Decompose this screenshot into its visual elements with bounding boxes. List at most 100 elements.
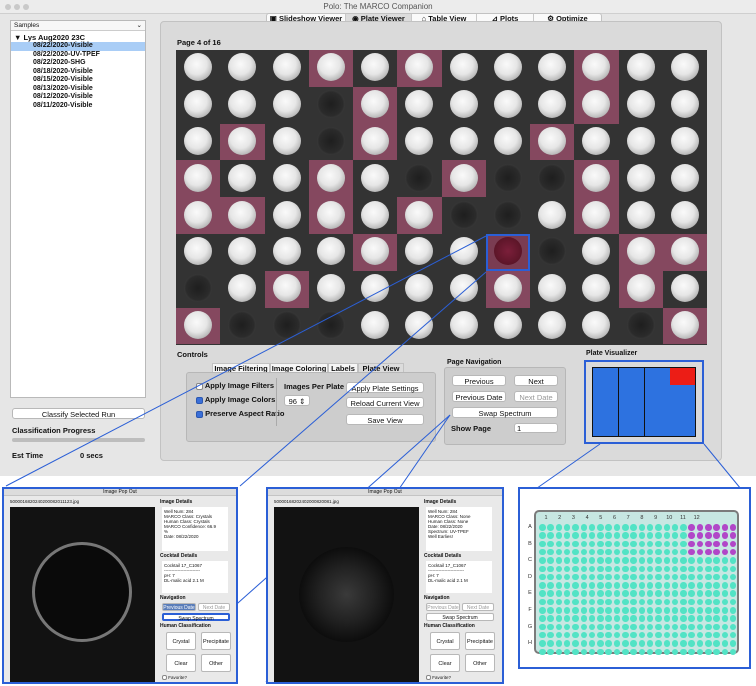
- well-thumbnail[interactable]: [353, 123, 398, 161]
- well-thumbnail[interactable]: [485, 233, 530, 271]
- well-thumbnail[interactable]: [176, 124, 220, 161]
- other-button[interactable]: Other: [201, 654, 231, 672]
- tree-item[interactable]: 08/11/2020-Visible: [11, 102, 145, 111]
- well-thumbnail[interactable]: [220, 197, 265, 234]
- well-thumbnail[interactable]: [663, 271, 707, 308]
- tree-item[interactable]: 08/22/2020-SHG: [11, 59, 145, 68]
- plate-page-cell[interactable]: [593, 402, 618, 419]
- well-thumbnail[interactable]: [486, 308, 530, 345]
- swap-spectrum-button[interactable]: Swap Spectrum: [452, 407, 558, 418]
- plate-page-cell[interactable]: [618, 402, 644, 419]
- previous-date-button[interactable]: Previous Date: [426, 603, 460, 611]
- plate-page-cell[interactable]: [618, 385, 644, 402]
- well-thumbnail[interactable]: [441, 160, 486, 198]
- well-thumbnail[interactable]: [486, 50, 530, 87]
- well-thumbnail[interactable]: [264, 270, 309, 308]
- next-page-button[interactable]: Next: [514, 375, 558, 386]
- next-date-button[interactable]: Next Date: [514, 391, 558, 402]
- preserve-aspect-checkbox[interactable]: [196, 410, 203, 418]
- crystal-button[interactable]: Crystal: [166, 632, 196, 650]
- well-thumbnail[interactable]: [442, 124, 486, 161]
- well-thumbnail[interactable]: [220, 87, 264, 124]
- plate-page-cell[interactable]: [618, 419, 644, 436]
- well-thumbnail[interactable]: [353, 197, 397, 234]
- well-thumbnail[interactable]: [619, 160, 663, 197]
- well-thumbnail[interactable]: [397, 160, 441, 197]
- well-thumbnail[interactable]: [353, 233, 398, 271]
- well-thumbnail[interactable]: [442, 50, 486, 87]
- well-thumbnail[interactable]: [309, 87, 353, 124]
- well-thumbnail[interactable]: [397, 308, 441, 345]
- well-thumbnail[interactable]: [397, 271, 441, 308]
- well-thumbnail[interactable]: [353, 308, 397, 345]
- plate-page-cell[interactable]: [670, 402, 696, 419]
- well-thumbnail[interactable]: [220, 234, 264, 271]
- well-thumbnail[interactable]: [265, 197, 309, 234]
- plate-page-cell[interactable]: [593, 385, 618, 402]
- next-date-button[interactable]: Next Date: [462, 603, 494, 611]
- well-thumbnail[interactable]: [574, 271, 618, 308]
- clear-button[interactable]: Clear: [166, 654, 196, 672]
- well-thumbnail[interactable]: [353, 160, 397, 197]
- well-thumbnail[interactable]: [530, 234, 574, 271]
- well-thumbnail[interactable]: [530, 87, 574, 124]
- show-page-input[interactable]: 1: [514, 423, 558, 433]
- well-thumbnail[interactable]: [619, 124, 663, 161]
- well-thumbnail[interactable]: [397, 50, 442, 87]
- well-thumbnail[interactable]: [220, 271, 264, 308]
- well-thumbnail[interactable]: [176, 87, 220, 124]
- favorite-option[interactable]: Favorite?: [162, 675, 187, 681]
- well-thumbnail[interactable]: [309, 124, 353, 161]
- well-thumbnail[interactable]: [353, 50, 397, 87]
- precipitate-button[interactable]: Precipitate: [201, 632, 231, 650]
- well-thumbnail[interactable]: [442, 271, 486, 308]
- samples-header[interactable]: Samples ⌄: [11, 21, 145, 31]
- well-thumbnail[interactable]: [574, 308, 618, 345]
- plate-page-cell[interactable]: [618, 368, 644, 385]
- plate-page-cell[interactable]: [670, 385, 696, 402]
- well-thumbnail[interactable]: [176, 50, 220, 87]
- well-thumbnail[interactable]: [442, 234, 486, 271]
- well-thumbnail[interactable]: [619, 50, 663, 87]
- well-thumbnail[interactable]: [265, 124, 309, 161]
- well-thumbnail[interactable]: [530, 160, 574, 197]
- well-thumbnail[interactable]: [176, 160, 221, 198]
- well-thumbnail[interactable]: [486, 160, 530, 197]
- well-thumbnail[interactable]: [530, 123, 575, 161]
- well-thumbnail[interactable]: [574, 50, 619, 87]
- well-thumbnail[interactable]: [486, 124, 530, 161]
- well-thumbnail[interactable]: [309, 271, 353, 308]
- save-view-button[interactable]: Save View: [346, 414, 424, 425]
- well-thumbnail[interactable]: [662, 307, 707, 345]
- plate-page-cell[interactable]: [644, 385, 670, 402]
- tree-item[interactable]: 08/15/2020-Visible: [11, 76, 145, 85]
- well-thumbnail[interactable]: [442, 308, 486, 345]
- well-thumbnail[interactable]: [663, 50, 707, 87]
- well-thumbnail[interactable]: [308, 50, 353, 87]
- well-thumbnail[interactable]: [220, 123, 265, 161]
- well-thumbnail[interactable]: [486, 197, 530, 234]
- well-thumbnail[interactable]: [662, 233, 707, 271]
- well-thumbnail[interactable]: [176, 234, 220, 271]
- close-window-button[interactable]: [5, 4, 11, 10]
- apply-filters-option[interactable]: Apply Image Filters: [196, 381, 274, 390]
- tree-item[interactable]: 08/13/2020-Visible: [11, 85, 145, 94]
- well-thumbnail[interactable]: [663, 160, 707, 197]
- favorite-checkbox[interactable]: [426, 675, 431, 681]
- well-thumbnail[interactable]: [574, 197, 619, 234]
- preserve-aspect-option[interactable]: Preserve Aspect Ratio: [196, 409, 284, 418]
- well-thumbnail[interactable]: [574, 160, 619, 198]
- well-thumbnail[interactable]: [397, 234, 441, 271]
- apply-filters-checkbox[interactable]: [196, 382, 203, 390]
- tree-root[interactable]: ▼ Lys Aug2020 23C: [14, 33, 85, 42]
- well-thumbnail[interactable]: [220, 308, 264, 345]
- tree-item[interactable]: 08/22/2020-Visible: [11, 42, 145, 51]
- apply-colors-option[interactable]: Apply Image Colors: [196, 395, 275, 404]
- well-thumbnail[interactable]: [618, 270, 663, 308]
- well-thumbnail[interactable]: [397, 87, 441, 124]
- tree-item[interactable]: 08/18/2020-Visible: [11, 68, 145, 77]
- zoom-window-button[interactable]: [23, 4, 29, 10]
- well-thumbnail[interactable]: [530, 271, 574, 308]
- well-thumbnail[interactable]: [663, 124, 707, 161]
- well-thumbnail[interactable]: [574, 234, 618, 271]
